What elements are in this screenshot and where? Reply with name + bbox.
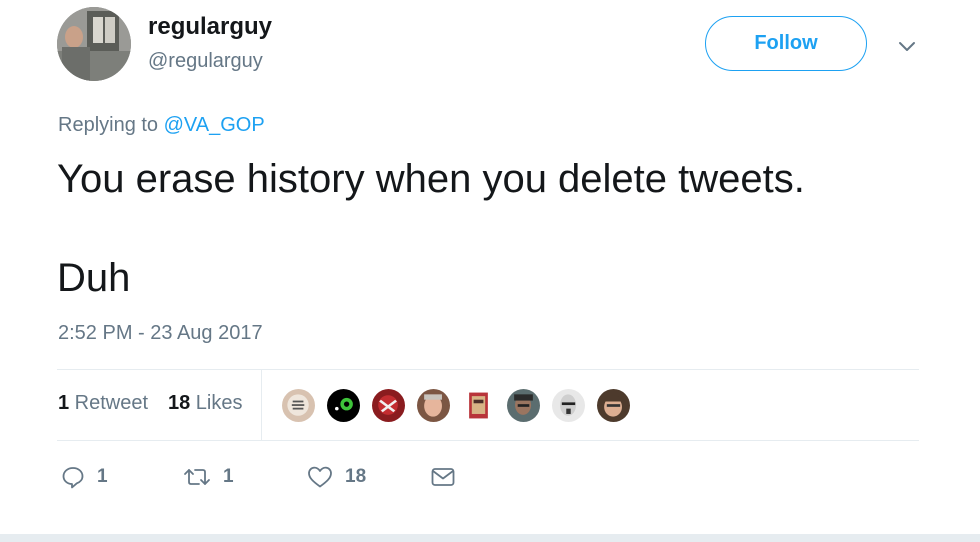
liker-avatar[interactable] — [280, 387, 317, 424]
reply-button[interactable]: 1 — [61, 463, 108, 491]
liker-avatar[interactable] — [460, 387, 497, 424]
heart-icon — [308, 466, 332, 488]
tweet-text-line: You erase history when you delete tweets… — [57, 157, 805, 201]
like-button[interactable]: 18 — [307, 463, 366, 491]
liker-avatar[interactable] — [325, 387, 362, 424]
retweet-button[interactable]: 1 — [183, 463, 234, 491]
liker-avatar[interactable] — [505, 387, 542, 424]
tweet-text-line: Duh — [57, 256, 131, 300]
reply-count: 1 — [97, 466, 108, 487]
liker-avatar[interactable] — [415, 387, 452, 424]
replying-to: Replying to @VA_GOP — [58, 114, 265, 137]
divider — [0, 534, 980, 542]
retweet-icon — [184, 469, 210, 485]
mention-link[interactable]: @VA_GOP — [164, 114, 265, 136]
liker-avatar[interactable] — [595, 387, 632, 424]
retweet-count: 1 — [58, 392, 70, 414]
likes-label: Likes — [190, 392, 243, 414]
follow-button[interactable]: Follow — [705, 16, 867, 71]
message-icon — [431, 468, 455, 486]
liker-avatar[interactable] — [550, 387, 587, 424]
message-button[interactable] — [430, 463, 456, 491]
user-handle[interactable]: @regularguy — [148, 50, 263, 73]
display-name[interactable]: regularguy — [148, 13, 272, 41]
divider — [57, 440, 919, 441]
retweet-count-action: 1 — [223, 466, 234, 487]
liker-avatar[interactable] — [370, 387, 407, 424]
replying-to-label: Replying to — [58, 114, 164, 136]
reply-icon — [62, 467, 84, 489]
divider — [57, 369, 919, 370]
retweet-stat[interactable]: 1 Retweet — [58, 392, 148, 415]
tweet-card: regularguy @regularguy Follow Replying t… — [0, 0, 980, 542]
likes-stat[interactable]: 18 Likes — [168, 392, 243, 415]
chevron-down-icon[interactable] — [896, 36, 918, 56]
retweet-label: Retweet — [69, 392, 149, 414]
timestamp[interactable]: 2:52 PM - 23 Aug 2017 — [58, 322, 263, 345]
divider — [261, 369, 262, 441]
likes-count: 18 — [168, 392, 191, 414]
avatar[interactable] — [57, 7, 131, 81]
like-count: 18 — [345, 466, 367, 487]
